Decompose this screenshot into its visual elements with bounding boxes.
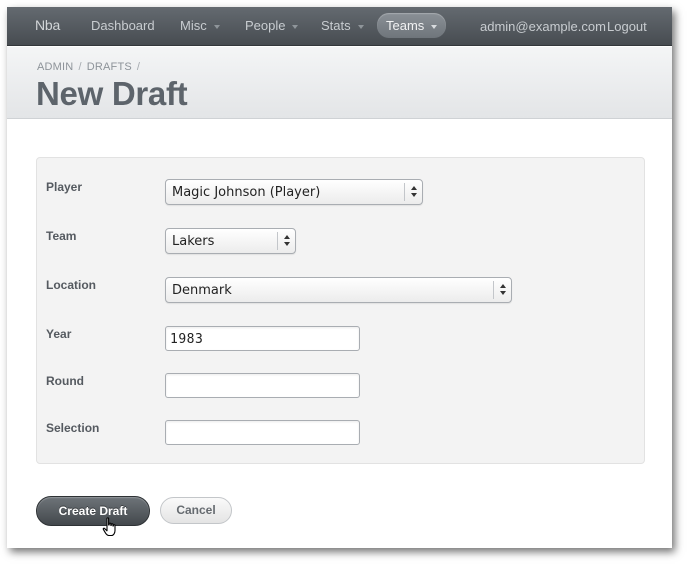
nav-item-stats[interactable]: Stats: [312, 13, 373, 38]
caret-down-icon: [292, 24, 299, 29]
year-label: Year: [46, 327, 72, 341]
breadcrumb-item-admin[interactable]: ADMIN: [37, 61, 73, 73]
nav-item-people[interactable]: People: [236, 13, 307, 38]
page-header: ADMIN / DRAFTS / New Draft: [7, 47, 672, 119]
player-select[interactable]: Magic Johnson (Player): [165, 179, 423, 205]
player-select-value: Magic Johnson (Player): [172, 185, 321, 200]
page-title: New Draft: [36, 75, 188, 112]
selection-label: Selection: [46, 421, 100, 435]
nav-item-label: People: [245, 18, 286, 33]
breadcrumb: ADMIN / DRAFTS /: [37, 61, 145, 73]
breadcrumb-separator: /: [78, 61, 82, 73]
app-window: Nba Dashboard Misc People Stats Teams ad…: [7, 7, 672, 548]
top-navbar: Nba Dashboard Misc People Stats Teams ad…: [7, 7, 672, 46]
nav-item-label: Misc: [180, 18, 207, 33]
round-input[interactable]: [165, 373, 360, 398]
cancel-button[interactable]: Cancel: [160, 497, 232, 524]
nav-item-misc[interactable]: Misc: [171, 13, 229, 38]
team-select[interactable]: Lakers: [165, 228, 296, 254]
nav-item-label: Dashboard: [91, 18, 155, 33]
updown-arrows-icon: [277, 232, 295, 250]
year-input[interactable]: 1983: [165, 326, 360, 351]
brand-link[interactable]: Nba: [35, 17, 60, 33]
create-draft-button[interactable]: Create Draft: [36, 496, 150, 526]
breadcrumb-separator: /: [136, 61, 141, 73]
draft-form: Player Magic Johnson (Player) Team Laker…: [36, 157, 645, 464]
selection-input[interactable]: [165, 420, 360, 445]
updown-arrows-icon: [493, 281, 511, 299]
nav-item-label: Stats: [321, 18, 351, 33]
breadcrumb-item-drafts[interactable]: DRAFTS: [87, 61, 132, 73]
team-select-value: Lakers: [172, 234, 215, 249]
caret-down-icon: [357, 24, 364, 29]
nav-item-label: Teams: [386, 18, 425, 33]
nav-item-dashboard[interactable]: Dashboard: [82, 13, 164, 38]
location-select[interactable]: Denmark: [165, 277, 512, 303]
hand-pointer-icon: [102, 517, 116, 537]
nav-item-teams[interactable]: Teams: [377, 13, 447, 38]
user-email-link[interactable]: admin@example.com: [480, 19, 606, 34]
round-label: Round: [46, 374, 84, 388]
player-label: Player: [46, 180, 83, 194]
updown-arrows-icon: [404, 183, 422, 201]
team-label: Team: [46, 229, 77, 243]
logout-link[interactable]: Logout: [607, 19, 647, 34]
location-select-value: Denmark: [172, 283, 232, 298]
location-label: Location: [46, 278, 96, 292]
year-input-value: 1983: [170, 332, 204, 347]
caret-down-icon: [213, 24, 220, 29]
caret-down-icon: [431, 24, 438, 29]
